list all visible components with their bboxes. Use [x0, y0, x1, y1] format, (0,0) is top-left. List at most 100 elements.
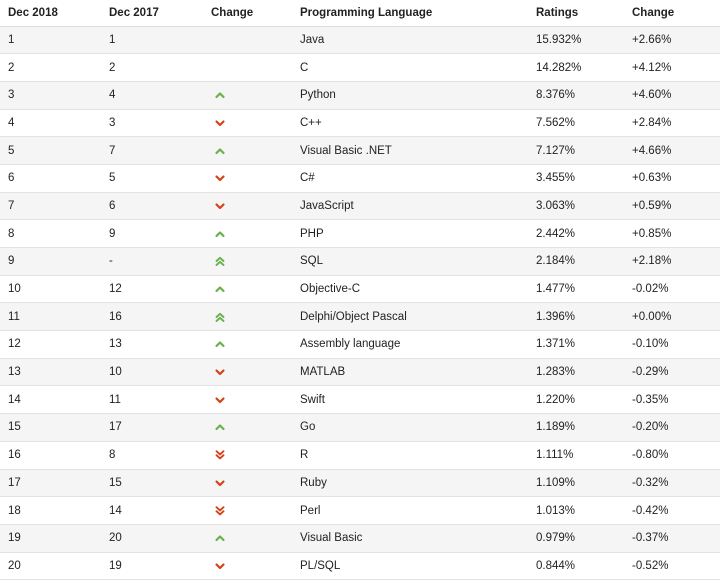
change-percent-cell: +2.18% [624, 247, 720, 276]
rating-cell: 2.184% [528, 247, 624, 276]
change-arrow-cell [203, 385, 292, 415]
table-header: Dec 2018 Dec 2017 Change Programming Lan… [0, 0, 720, 27]
trend-up-icon [214, 338, 226, 350]
table-row: 19 20 Visual Basic 0.979% -0.37% [0, 524, 720, 553]
language-cell: JavaScript [292, 192, 528, 221]
rank-2017-cell: 9 [101, 219, 203, 248]
change-percent-cell: +4.12% [624, 53, 720, 82]
rating-cell: 14.282% [528, 53, 624, 82]
change-percent-cell: -0.10% [624, 330, 720, 359]
language-cell: Perl [292, 496, 528, 525]
rank-2018-cell: 16 [0, 441, 101, 470]
rating-cell: 1.371% [528, 330, 624, 359]
language-cell: PHP [292, 219, 528, 248]
rank-2018-cell: 13 [0, 358, 101, 387]
change-arrow-cell [203, 275, 292, 304]
change-arrow-cell [203, 164, 292, 193]
trend-down-icon [214, 172, 226, 184]
change-arrow-cell [203, 247, 292, 276]
rank-2018-cell: 4 [0, 109, 101, 138]
rank-2017-cell: 16 [101, 302, 203, 332]
header-change-percent: Change [624, 0, 720, 27]
change-arrow-cell [203, 53, 292, 82]
table-row: 3 4 Python 8.376% +4.60% [0, 81, 720, 110]
rating-cell: 8.376% [528, 81, 624, 110]
language-cell: Ruby [292, 469, 528, 498]
rank-2018-cell: 18 [0, 496, 101, 525]
table-row: 14 11 Swift 1.220% -0.35% [0, 385, 720, 415]
table-row: 5 7 Visual Basic .NET 7.127% +4.66% [0, 136, 720, 165]
trend-up-icon [214, 145, 226, 157]
language-cell: Visual Basic .NET [292, 136, 528, 165]
rating-cell: 0.844% [528, 552, 624, 581]
change-arrow-cell [203, 524, 292, 553]
change-arrow-cell [203, 358, 292, 387]
header-change-arrow: Change [203, 0, 292, 27]
change-arrow-cell [203, 469, 292, 498]
trend-down-icon [214, 117, 226, 129]
rank-2017-cell: 1 [101, 26, 203, 55]
rank-2018-cell: 1 [0, 26, 101, 55]
table-row: 11 16 Delphi/Object Pascal 1.396% +0.00% [0, 302, 720, 332]
rank-2017-cell: 6 [101, 192, 203, 221]
table-row: 18 14 Perl 1.013% -0.42% [0, 496, 720, 525]
rating-cell: 15.932% [528, 26, 624, 55]
table-row: 20 19 PL/SQL 0.844% -0.52% [0, 552, 720, 581]
change-arrow-cell [203, 330, 292, 359]
language-cell: C# [292, 164, 528, 193]
trend-down-icon [214, 394, 226, 406]
rank-2017-cell: 12 [101, 275, 203, 304]
change-percent-cell: -0.80% [624, 441, 720, 470]
change-arrow-cell [203, 81, 292, 110]
table-row: 4 3 C++ 7.562% +2.84% [0, 109, 720, 138]
trend-down-icon [214, 366, 226, 378]
rank-2018-cell: 11 [0, 302, 101, 332]
language-cell: Delphi/Object Pascal [292, 302, 528, 332]
change-percent-cell: +0.63% [624, 164, 720, 193]
rank-2017-cell: 7 [101, 136, 203, 165]
rank-2017-cell: 14 [101, 496, 203, 525]
rank-2017-cell: 2 [101, 53, 203, 82]
trend-double-down-icon [214, 449, 226, 461]
header-ratings: Ratings [528, 0, 624, 27]
rank-2017-cell: 11 [101, 385, 203, 415]
rating-cell: 1.396% [528, 302, 624, 332]
change-arrow-cell [203, 109, 292, 138]
change-percent-cell: +2.66% [624, 26, 720, 55]
rating-cell: 7.127% [528, 136, 624, 165]
change-percent-cell: -0.42% [624, 496, 720, 525]
trend-up-icon [214, 532, 226, 544]
rating-cell: 2.442% [528, 219, 624, 248]
trend-up-icon [214, 283, 226, 295]
rank-2017-cell: 20 [101, 524, 203, 553]
trend-down-icon [214, 200, 226, 212]
rating-cell: 1.189% [528, 413, 624, 442]
table-row: 9- SQL 2.184% +2.18% [0, 247, 720, 276]
trend-double-down-icon [214, 505, 226, 517]
header-row: Dec 2018 Dec 2017 Change Programming Lan… [0, 0, 720, 27]
rank-2017-cell: 3 [101, 109, 203, 138]
change-arrow-cell [203, 413, 292, 442]
rank-2018-cell: 2 [0, 53, 101, 82]
table-row: 13 10 MATLAB 1.283% -0.29% [0, 358, 720, 387]
rank-2017-cell: 5 [101, 164, 203, 193]
rank-2017-cell: 10 [101, 358, 203, 387]
table-row: 6 5 C# 3.455% +0.63% [0, 164, 720, 193]
rank-2018-cell: 15 [0, 413, 101, 442]
rank-2018-cell: 14 [0, 385, 101, 415]
change-percent-cell: +0.85% [624, 219, 720, 248]
change-percent-cell: -0.32% [624, 469, 720, 498]
trend-double-up-icon [214, 255, 226, 267]
language-cell: C [292, 53, 528, 82]
rating-cell: 0.979% [528, 524, 624, 553]
rank-2017-cell: 4 [101, 81, 203, 110]
language-cell: Objective-C [292, 275, 528, 304]
rating-cell: 1.013% [528, 496, 624, 525]
change-percent-cell: -0.37% [624, 524, 720, 553]
change-percent-cell: +4.66% [624, 136, 720, 165]
table-body: 1 1 Java 15.932% +2.66% 2 2 C 14.282% +4.12% 3 4 Pyt… [0, 26, 720, 581]
change-arrow-cell [203, 26, 292, 55]
language-ranking-table: Dec 2018 Dec 2017 Change Programming Lan… [0, 0, 720, 581]
rating-cell: 3.063% [528, 192, 624, 221]
language-cell: Python [292, 81, 528, 110]
